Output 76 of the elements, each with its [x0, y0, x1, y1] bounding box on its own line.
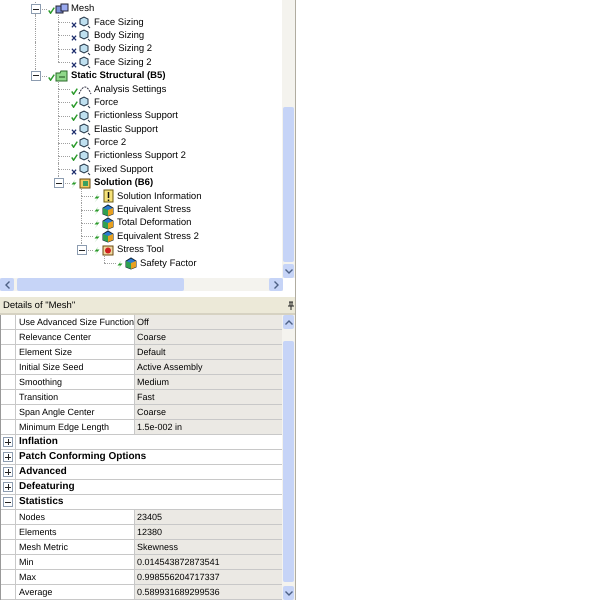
cube-icon — [78, 55, 92, 70]
tree-item[interactable]: Face Sizing 2 — [94, 56, 152, 69]
tree-item[interactable]: Safety Factor — [140, 256, 196, 270]
property-value[interactable]: 0.014543872873541 — [135, 555, 282, 569]
warning-icon — [101, 189, 115, 204]
property-value[interactable]: Coarse — [135, 330, 282, 344]
cube-icon — [78, 162, 92, 176]
tree-item[interactable]: Analysis Settings — [94, 82, 166, 96]
cube-icon — [78, 95, 92, 110]
collapse-toggle[interactable] — [31, 4, 41, 14]
property-value[interactable]: Default — [135, 345, 282, 359]
group-header[interactable]: Advanced — [16, 465, 282, 479]
tree-item[interactable]: Solution Information — [117, 190, 202, 203]
property-value[interactable]: Active Assembly — [135, 360, 282, 374]
group-toggle[interactable] — [3, 497, 13, 507]
cube-icon — [78, 42, 92, 56]
group-header[interactable]: Defeaturing — [16, 480, 282, 494]
scroll-down-button[interactable] — [283, 264, 294, 278]
tree-item[interactable]: Fixed Support — [94, 162, 154, 176]
group-toggle[interactable] — [3, 467, 13, 477]
group-header[interactable]: Statistics — [16, 495, 282, 509]
property-value[interactable]: 0.589931689299536 — [135, 585, 282, 599]
tree-item[interactable]: Frictionless Support 2 — [94, 149, 186, 162]
collapse-toggle[interactable] — [54, 178, 64, 188]
property-value[interactable]: Off — [135, 315, 282, 329]
group-toggle[interactable] — [3, 482, 13, 492]
colored-cube-icon — [124, 256, 138, 270]
property-value[interactable]: Fast — [135, 390, 282, 404]
tree-item[interactable]: Body Sizing 2 — [94, 42, 152, 56]
box-icon — [78, 176, 92, 190]
tree-item[interactable]: Frictionless Support — [94, 109, 178, 122]
tree-item[interactable]: Force — [94, 96, 118, 109]
details-title: Details of "Mesh" — [3, 300, 76, 310]
collapse-toggle[interactable] — [77, 245, 87, 256]
tree-item[interactable]: Stress Tool — [117, 243, 164, 256]
property-value[interactable]: 12380 — [135, 525, 282, 539]
tree-item[interactable]: Equivalent Stress 2 — [117, 230, 199, 243]
group-header[interactable]: Patch Conforming Options — [16, 450, 282, 464]
property-value[interactable]: Medium — [135, 375, 282, 389]
vertical-scrollbar[interactable] — [282, 315, 295, 600]
colored-cube-icon — [101, 229, 115, 244]
cube-icon — [78, 28, 92, 42]
cube-icon — [78, 15, 92, 30]
property-value[interactable]: Coarse — [135, 405, 282, 419]
cube-icon — [78, 122, 92, 136]
tree-item[interactable]: Force 2 — [94, 136, 126, 150]
property-value[interactable]: 1.5e-002 in — [135, 420, 282, 434]
group-header[interactable]: Inflation — [16, 435, 282, 449]
tree-item[interactable]: Equivalent Stress — [117, 203, 191, 216]
pin-icon[interactable] — [288, 300, 294, 310]
group-toggle[interactable] — [3, 452, 13, 462]
scroll-down-button[interactable] — [283, 586, 294, 600]
tree-item[interactable]: Mesh — [71, 2, 94, 16]
tree-item[interactable]: Static Structural (B5) — [71, 69, 166, 82]
collapse-toggle[interactable] — [31, 70, 41, 81]
tree-item[interactable]: Body Sizing — [94, 28, 144, 42]
colored-cube-icon — [101, 216, 115, 230]
tree-item[interactable]: Elastic Support — [94, 122, 158, 136]
scroll-left-button[interactable] — [0, 278, 14, 291]
group-toggle[interactable] — [3, 437, 13, 447]
toolbox-icon — [101, 242, 115, 257]
cube-icon — [78, 108, 92, 123]
property-value[interactable]: Skewness — [135, 540, 282, 554]
vertical-scrollbar[interactable] — [282, 0, 295, 278]
tree-item[interactable]: Face Sizing — [94, 16, 144, 29]
property-value[interactable]: 23405 — [135, 510, 282, 524]
property-value[interactable]: 0.998556204717337 — [135, 570, 282, 584]
scroll-right-button[interactable] — [269, 278, 283, 291]
scroll-up-button[interactable] — [283, 315, 294, 329]
folder-icon — [55, 68, 69, 83]
cube-icon — [78, 136, 92, 150]
tree-item[interactable]: Total Deformation — [117, 216, 192, 230]
cube-icon — [78, 149, 92, 163]
colored-cube-icon — [101, 202, 115, 217]
tree-item[interactable]: Solution (B6) — [94, 176, 154, 190]
horizontal-scrollbar[interactable] — [0, 278, 283, 291]
